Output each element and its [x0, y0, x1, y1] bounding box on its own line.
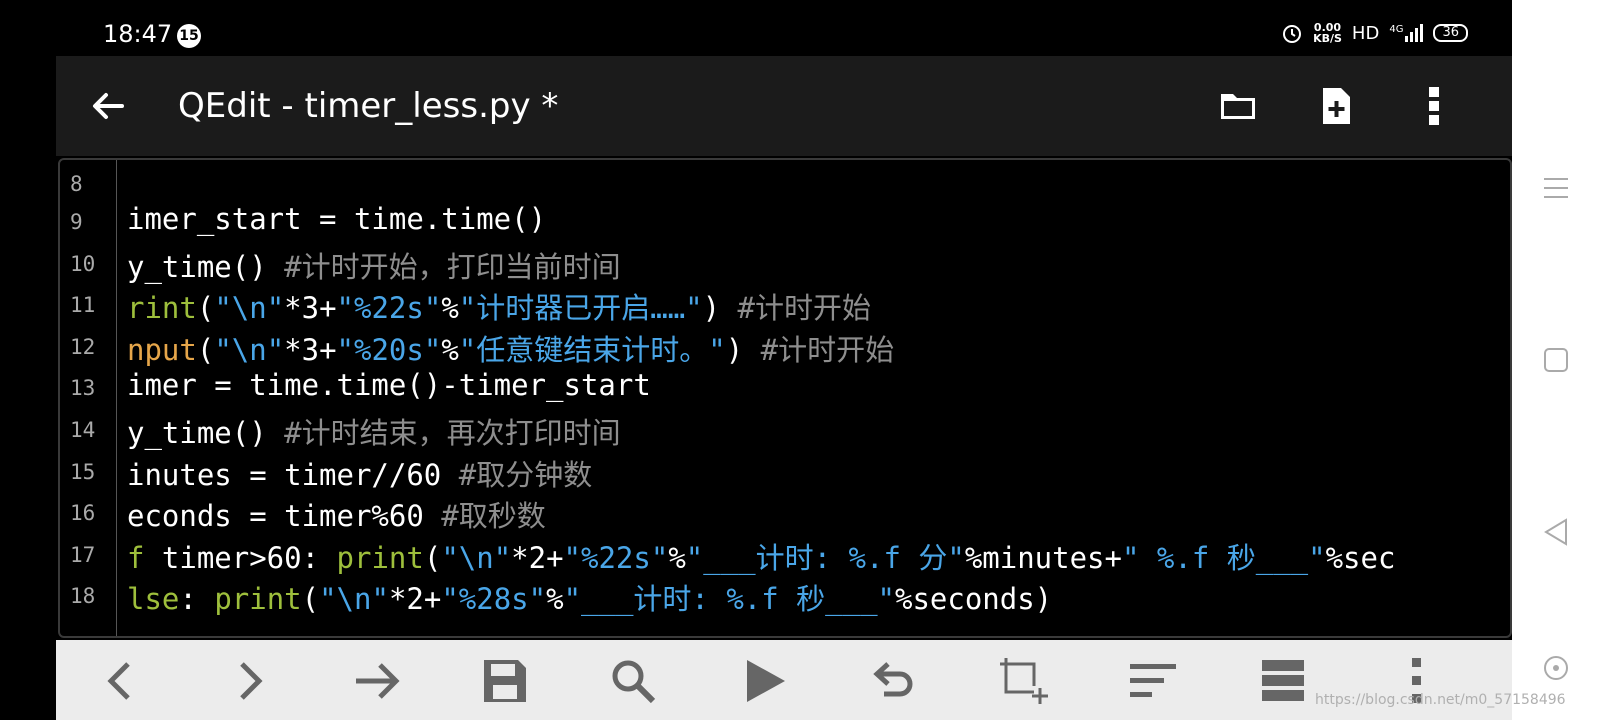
- status-right-icons: 0.00 KB/S HD 4G 36: [1281, 22, 1468, 44]
- line-code: f timer>60: print("\n"*2+"%22s"%"___计时: …: [127, 540, 1396, 575]
- net-speed-unit: KB/S: [1313, 32, 1342, 45]
- assistant-icon[interactable]: [1540, 652, 1572, 684]
- code-line[interactable]: 11 rint("\n"*3+"%22s"%"计时器已开启……") #计时开始: [60, 281, 1510, 325]
- code-line[interactable]: 10 y_time() #计时开始，打印当前时间: [60, 240, 1510, 284]
- line-number: 9: [70, 210, 83, 234]
- code-line[interactable]: 18 lse: print("\n"*2+"%28s"%"___计时: %.f 秒…: [60, 572, 1510, 616]
- line-number: 17: [70, 542, 96, 567]
- line-number: 12: [70, 334, 96, 359]
- status-time: 18:47: [103, 20, 173, 48]
- sort-lines-icon[interactable]: [1128, 656, 1178, 706]
- line-code: econds = timer%60 #取秒数: [127, 499, 546, 534]
- status-bar: 18:47 15 0.00 KB/S HD 4G 36: [56, 0, 1512, 56]
- arrow-right-icon[interactable]: [352, 656, 402, 706]
- code-editor[interactable]: 8 9 imer_start = time.time() 10 y_time() #计时…: [58, 158, 1512, 638]
- line-number: 8: [70, 172, 83, 196]
- line-code: lse: print("\n"*2+"%28s"%"___计时: %.f 秒__…: [127, 582, 1053, 617]
- line-number: 13: [70, 376, 96, 401]
- bottom-toolbar: [56, 640, 1512, 720]
- code-line[interactable]: 8: [60, 160, 1510, 202]
- folder-icon[interactable]: [1216, 84, 1260, 128]
- code-line[interactable]: 13 imer = time.time()-timer_start: [60, 364, 1510, 406]
- signal-icon: 4G: [1389, 24, 1424, 42]
- watermark-text: https://blog.csdn.net/m0_57158496: [1315, 692, 1566, 708]
- list-icon[interactable]: [1258, 656, 1308, 706]
- app-bar: QEdit - timer_less.py *: [56, 56, 1512, 156]
- line-code: nput("\n"*3+"%20s"%"任意键结束计时。") #计时开始: [127, 332, 895, 367]
- undo-icon[interactable]: [868, 656, 918, 706]
- notification-badge: 15: [177, 24, 201, 48]
- chevron-right-icon[interactable]: [224, 656, 274, 706]
- line-number: 11: [70, 293, 96, 318]
- line-number: 14: [70, 418, 96, 442]
- play-icon[interactable]: [739, 656, 789, 706]
- more-vert-icon[interactable]: [1412, 84, 1456, 128]
- code-line[interactable]: 16 econds = timer%60 #取秒数: [60, 489, 1510, 533]
- net-speed: 0.00 KB/S: [1313, 22, 1342, 44]
- line-number: 10: [70, 251, 96, 276]
- back-triangle-icon[interactable]: [1540, 516, 1572, 548]
- app-title: QEdit - timer_less.py *: [178, 86, 559, 126]
- line-number: 18: [70, 584, 96, 609]
- home-icon[interactable]: [1540, 344, 1572, 376]
- line-code: imer = time.time()-timer_start: [127, 368, 651, 403]
- line-number: 15: [70, 459, 96, 484]
- line-number: 16: [70, 501, 96, 526]
- search-icon[interactable]: [608, 656, 658, 706]
- line-code: inutes = timer//60 #取分钟数: [127, 457, 593, 492]
- code-line[interactable]: 9 imer_start = time.time(): [60, 198, 1510, 240]
- phone-screen: 18:47 15 0.00 KB/S HD 4G 36 QEdit - time…: [56, 0, 1512, 720]
- crop-add-icon[interactable]: [998, 656, 1048, 706]
- alarm-icon: [1283, 25, 1302, 43]
- signal-label: 4G: [1389, 24, 1404, 35]
- line-code: rint("\n"*3+"%22s"%"计时器已开启……") #计时开始: [127, 291, 872, 326]
- code-line[interactable]: 17 f timer>60: print("\n"*2+"%22s"%"___计时…: [60, 531, 1510, 575]
- code-line[interactable]: 14 y_time() #计时结束，再次打印时间: [60, 406, 1510, 450]
- line-code: imer_start = time.time(): [127, 202, 547, 236]
- chevron-left-icon[interactable]: [96, 656, 146, 706]
- code-line[interactable]: 12 nput("\n"*3+"%20s"%"任意键结束计时。") #计时开始: [60, 323, 1510, 367]
- code-line[interactable]: 15 inutes = timer//60 #取分钟数: [60, 448, 1510, 492]
- hd-label: HD: [1351, 22, 1380, 44]
- battery-indicator: 36: [1433, 24, 1468, 42]
- line-code: y_time() #计时开始，打印当前时间: [127, 249, 621, 284]
- back-arrow-icon[interactable]: [86, 84, 130, 128]
- system-nav-bar: [1512, 0, 1600, 720]
- menu-icon[interactable]: [1540, 172, 1572, 204]
- new-file-icon[interactable]: [1314, 84, 1358, 128]
- line-code: y_time() #计时结束，再次打印时间: [127, 416, 621, 450]
- save-icon[interactable]: [480, 656, 530, 706]
